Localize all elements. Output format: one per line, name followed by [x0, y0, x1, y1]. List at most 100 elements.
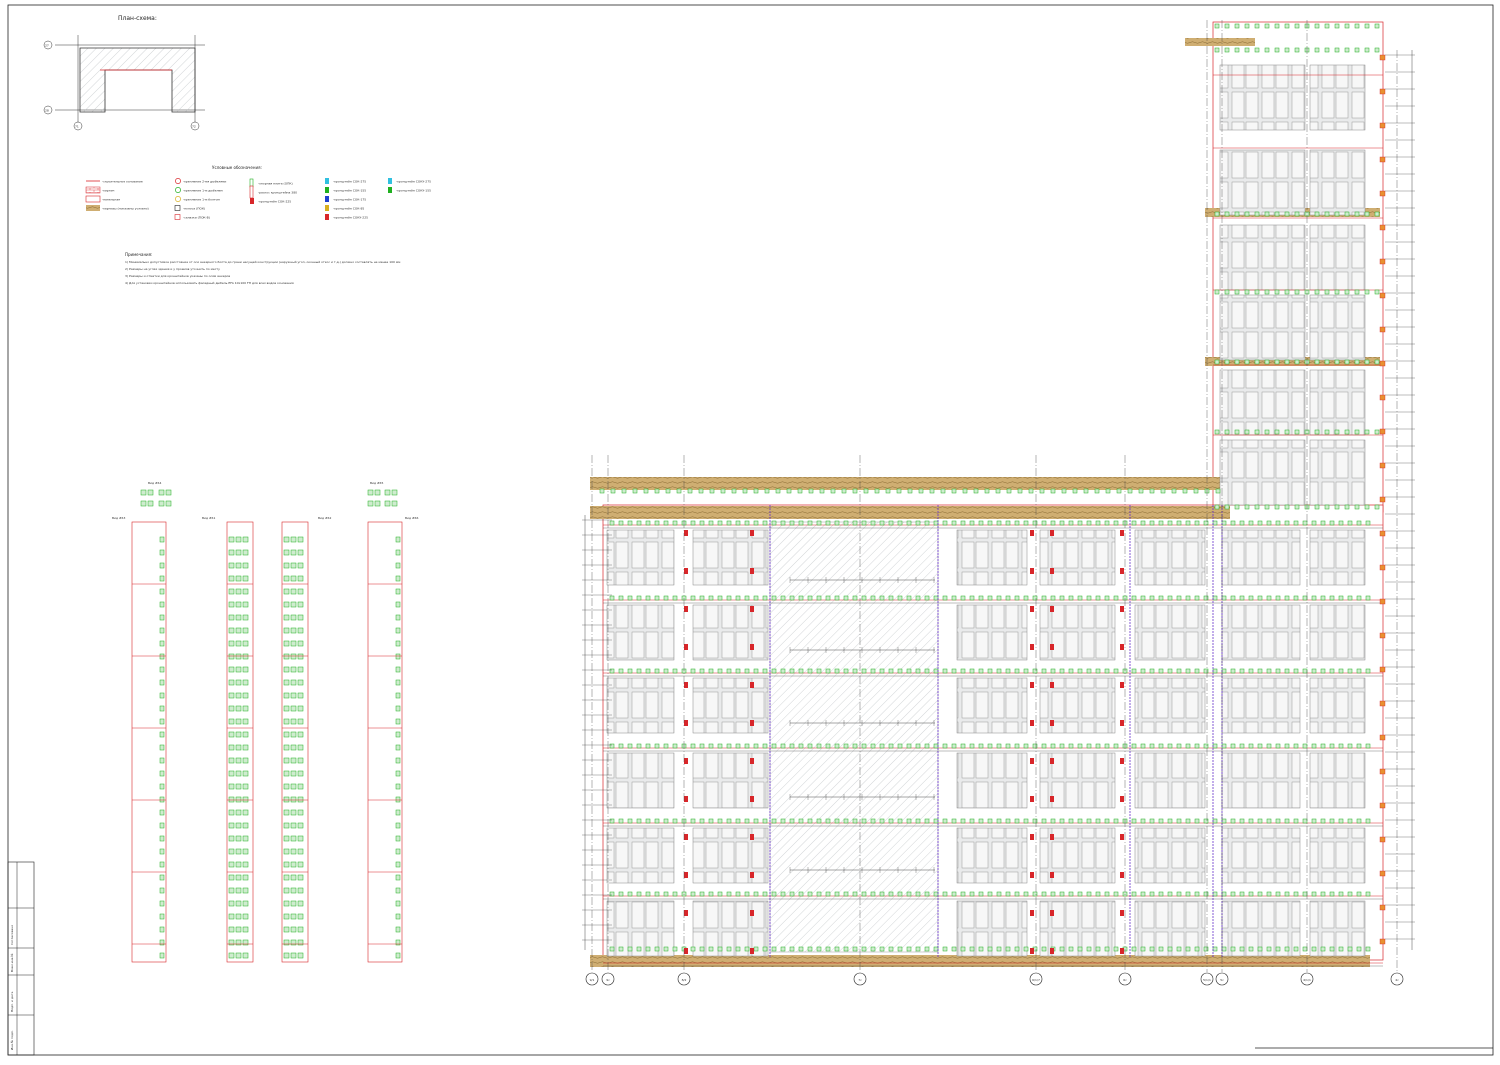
bracket-mark: [1284, 743, 1290, 749]
bracket-mark: [798, 520, 804, 526]
axis-label: 9/1: [590, 978, 595, 982]
bracket-mark: [942, 743, 948, 749]
bracket-mark: [632, 488, 638, 494]
bracket-mark: [1214, 23, 1220, 29]
cornice-band: [590, 477, 1230, 490]
axis-label: 4с: [1395, 978, 1399, 982]
bracket-mark: [663, 595, 669, 601]
window-panel: [956, 827, 1028, 884]
bracket-mark: [1356, 520, 1362, 526]
window-panel: [606, 827, 675, 884]
bracket-mark: [1293, 743, 1299, 749]
view-column-outline: [131, 521, 167, 963]
bracket-mark: [1215, 488, 1221, 494]
bracket-mark: [1344, 504, 1350, 510]
bracket-mark: [1234, 47, 1240, 53]
window-panel: [1219, 369, 1306, 436]
bracket-mark: [235, 744, 242, 751]
bracket-mark: [1068, 891, 1074, 897]
bracket-mark: [384, 500, 391, 507]
bracket-mark: [672, 946, 678, 952]
anchor-mark: [1379, 768, 1386, 775]
bracket-mark: [1302, 743, 1308, 749]
bracket-mark: [395, 835, 401, 842]
bracket-mark: [242, 770, 249, 777]
bracket-mark: [618, 520, 624, 526]
bracket-mark: [395, 926, 401, 933]
bracket-mark: [228, 848, 235, 855]
cornice-band: [1185, 38, 1255, 46]
anchor-mark: [1050, 720, 1054, 726]
bracket-mark: [762, 946, 768, 952]
bracket-mark: [297, 614, 304, 621]
bracket-mark: [384, 489, 391, 496]
bracket-mark: [1311, 595, 1317, 601]
bracket-mark: [1224, 504, 1230, 510]
bracket-mark: [717, 946, 723, 952]
stamp-block: Согласовано Взам.инв.№ Подп. и дата Инв.…: [7, 861, 35, 1056]
bracket-mark: [753, 946, 759, 952]
bracket-mark: [1017, 488, 1023, 494]
bracket-mark: [789, 668, 795, 674]
bracket-mark: [940, 488, 946, 494]
bracket-mark: [627, 595, 633, 601]
bracket-mark: [1032, 520, 1038, 526]
bracket-mark: [1354, 289, 1360, 295]
bracket-mark: [159, 822, 165, 829]
bracket-mark: [687, 488, 693, 494]
bracket-mark: [789, 891, 795, 897]
bracket-mark: [290, 588, 297, 595]
anchor-mark: [684, 796, 688, 802]
anchor-mark: [1379, 122, 1386, 129]
bracket-mark: [1158, 946, 1164, 952]
note-line-4: 4) Для установки кронштейнов использоват…: [125, 281, 294, 285]
bracket-mark: [1167, 818, 1173, 824]
bracket-mark: [1068, 818, 1074, 824]
bracket-mark: [228, 783, 235, 790]
bracket-mark: [297, 692, 304, 699]
bracket-mark: [933, 520, 939, 526]
bracket-mark: [1275, 520, 1281, 526]
bracket-mark: [159, 601, 165, 608]
anchor-mark: [750, 682, 754, 688]
bracket-mark: [861, 818, 867, 824]
bracket-mark: [843, 520, 849, 526]
bracket-mark: [1334, 23, 1340, 29]
bracket-mark: [1149, 488, 1155, 494]
bracket-mark: [762, 818, 768, 824]
bracket-mark: [1284, 289, 1290, 295]
bracket-mark: [996, 818, 1002, 824]
bracket-mark: [1311, 946, 1317, 952]
bracket-mark: [753, 668, 759, 674]
bracket-mark: [879, 520, 885, 526]
bracket-mark: [228, 718, 235, 725]
bracket-mark: [609, 743, 615, 749]
bracket-mark: [228, 822, 235, 829]
bracket-mark: [242, 692, 249, 699]
bracket-mark: [775, 488, 781, 494]
bracket-mark: [1294, 504, 1300, 510]
bracket-mark: [1356, 743, 1362, 749]
bracket-mark: [852, 595, 858, 601]
bracket-mark: [996, 891, 1002, 897]
bracket-mark: [1344, 23, 1350, 29]
legend-item-label: -кронштейн СОК-155: [333, 189, 366, 193]
bracket-mark: [391, 489, 398, 496]
bracket-mark: [1005, 818, 1011, 824]
bracket-mark: [1005, 595, 1011, 601]
legend-swatch-bracket-green: [388, 187, 392, 193]
bracket-mark: [1364, 47, 1370, 53]
bracket-mark: [1234, 429, 1240, 435]
bracket-mark: [158, 500, 165, 507]
anchor-mark: [1379, 394, 1386, 401]
bracket-mark: [1050, 668, 1056, 674]
bracket-mark: [159, 562, 165, 569]
bracket-mark: [1032, 891, 1038, 897]
bracket-mark: [933, 818, 939, 824]
bracket-mark: [1293, 891, 1299, 897]
bracket-mark: [621, 488, 627, 494]
bracket-mark: [825, 946, 831, 952]
anchor-mark: [750, 644, 754, 650]
bracket-mark: [1334, 211, 1340, 217]
bracket-mark: [147, 500, 154, 507]
